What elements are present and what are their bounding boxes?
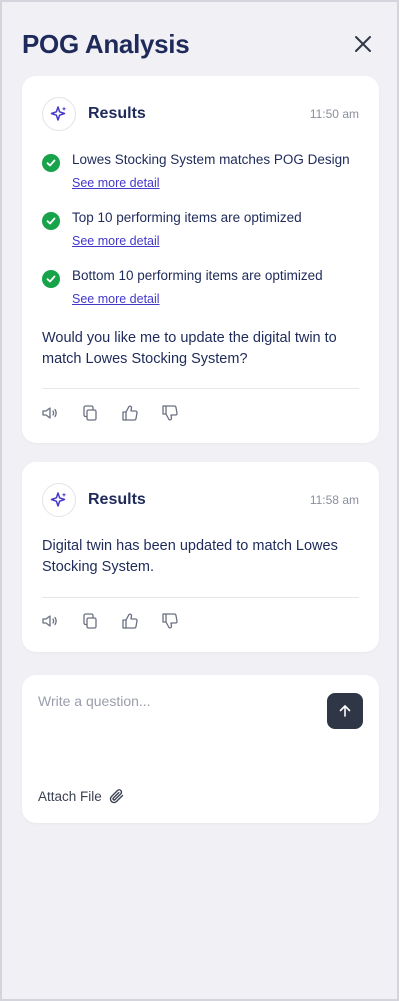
timestamp: 11:50 am bbox=[309, 107, 359, 121]
speaker-icon bbox=[42, 615, 57, 627]
thumbs-down-button[interactable] bbox=[160, 403, 180, 423]
copy-icon bbox=[83, 613, 97, 629]
send-button[interactable] bbox=[327, 693, 363, 729]
thumbs-down-icon bbox=[162, 405, 178, 421]
thumbs-up-icon bbox=[122, 405, 138, 421]
see-more-detail-link[interactable]: See more detail bbox=[72, 234, 160, 248]
arrow-up-icon bbox=[339, 705, 351, 717]
assistant-avatar bbox=[42, 97, 76, 131]
copy-button[interactable] bbox=[80, 403, 100, 423]
message-text: Would you like me to update the digital … bbox=[42, 330, 337, 367]
page-title: POG Analysis bbox=[22, 28, 190, 59]
paperclip-icon bbox=[109, 789, 123, 804]
see-more-detail-link[interactable]: See more detail bbox=[72, 176, 160, 190]
read-aloud-button[interactable] bbox=[40, 403, 60, 423]
check-item: Top 10 performing items are optimized Se… bbox=[42, 208, 363, 266]
thumbs-down-button[interactable] bbox=[160, 611, 180, 631]
check-item: Bottom 10 performing items are optimized… bbox=[42, 266, 363, 324]
copy-button[interactable] bbox=[80, 611, 100, 631]
card-title: Results bbox=[88, 491, 146, 508]
thumbs-down-icon bbox=[162, 613, 178, 629]
sparkle-icon bbox=[50, 492, 67, 507]
speaker-icon bbox=[42, 407, 57, 419]
thumbs-up-icon bbox=[122, 613, 138, 629]
results-card: Results 11:50 am Lowes Stocking System m… bbox=[22, 76, 379, 443]
see-more-detail-link[interactable]: See more detail bbox=[72, 292, 160, 306]
sparkle-icon bbox=[50, 106, 67, 121]
close-icon bbox=[355, 36, 371, 52]
message-actions bbox=[40, 609, 180, 633]
card-header: Results 11:50 am bbox=[42, 96, 359, 132]
card-header: Results 11:58 am bbox=[42, 482, 359, 518]
divider bbox=[42, 388, 359, 389]
thumbs-up-button[interactable] bbox=[120, 403, 140, 423]
close-button[interactable] bbox=[349, 30, 377, 58]
check-text: Bottom 10 performing items are optimized bbox=[72, 268, 323, 283]
read-aloud-button[interactable] bbox=[40, 611, 60, 631]
divider bbox=[42, 597, 359, 598]
attach-file-button[interactable]: Attach File bbox=[38, 787, 126, 805]
check-text: Lowes Stocking System matches POG Design bbox=[72, 152, 350, 167]
check-circle-icon bbox=[42, 154, 60, 172]
check-text: Top 10 performing items are optimized bbox=[72, 210, 302, 225]
timestamp: 11:58 am bbox=[309, 493, 359, 507]
composer: Attach File bbox=[22, 675, 379, 823]
panel-header: POG Analysis bbox=[22, 26, 377, 62]
pog-analysis-panel: POG Analysis Results 11:50 am Lowes Stoc… bbox=[0, 0, 399, 1001]
results-card: Results 11:58 am Digital twin has been u… bbox=[22, 462, 379, 652]
check-item: Lowes Stocking System matches POG Design… bbox=[42, 150, 363, 208]
check-circle-icon bbox=[42, 212, 60, 230]
assistant-avatar bbox=[42, 483, 76, 517]
message-actions bbox=[40, 401, 180, 425]
message-text: Digital twin has been updated to match L… bbox=[42, 538, 338, 575]
attach-file-label: Attach File bbox=[38, 788, 102, 804]
check-circle-icon bbox=[42, 270, 60, 288]
check-list: Lowes Stocking System matches POG Design… bbox=[42, 150, 363, 324]
question-input[interactable] bbox=[38, 693, 308, 753]
card-title: Results bbox=[88, 105, 146, 122]
thumbs-up-button[interactable] bbox=[120, 611, 140, 631]
copy-icon bbox=[83, 405, 97, 421]
